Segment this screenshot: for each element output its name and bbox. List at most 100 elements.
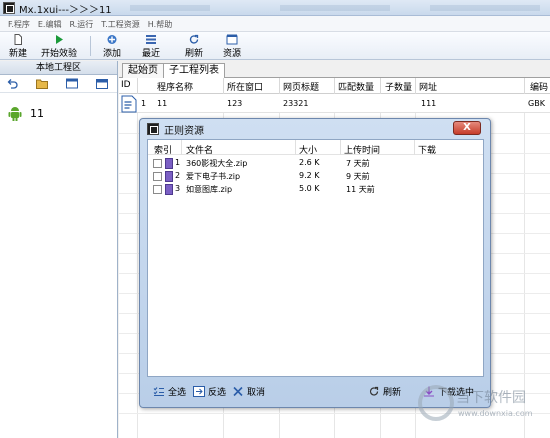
file-size: 9.2 K [299,171,320,180]
toolbar: 新建 开始效验 添加 最近 刷新 资源 [0,32,550,60]
close-button[interactable]: X [453,121,481,135]
cancel-x-icon [233,386,243,397]
resource-box-icon [226,34,238,45]
title-bar: Mx.1xui---＞＞＞11 [0,0,550,16]
col-divider [380,78,381,94]
file-name: 爱下电子书.zip [186,172,241,181]
checklist-icon [153,387,164,396]
grid-header: ID 程序名称 所在窗口 网页标题 匹配数量 子数量 网址 编码 [119,78,550,94]
col-program-name[interactable]: 程序名称 [157,80,193,93]
table-row[interactable]: 1 11 123 23321 111 GBK [119,95,550,113]
file-size: 2.6 K [299,158,320,167]
file-index: 2 [175,171,181,180]
start-verify-button[interactable]: 开始效验 [34,33,84,59]
app-icon [3,2,15,14]
invert-icon [193,386,205,397]
watermark-text: 当下软件园 [456,390,526,406]
row-name: 11 [157,99,168,108]
project-tree-item[interactable]: 11 [8,105,44,121]
file-size: 5.0 K [299,184,320,193]
col-url[interactable]: 网址 [419,80,437,93]
row-page-title: 23321 [283,99,309,108]
refresh-icon [369,386,379,396]
refresh-list-button[interactable]: 刷新 [368,385,401,398]
start-verify-label: 开始效验 [40,49,77,59]
panel-toolbar [0,75,117,93]
refresh-button[interactable]: 刷新 [181,33,207,59]
refresh-button-label: 刷新 [184,49,203,59]
tab-strip: 起始页 子工程列表 [119,61,550,79]
add-button-label: 添加 [102,49,121,59]
col-divider [415,78,416,94]
col-match-count[interactable]: 匹配数量 [338,80,374,93]
resource-file-list: 索引 文件名 大小 上传时间 下载 1 360影视大全.zip 2.6 K 7 … [147,139,484,377]
col-encoding[interactable]: 编码 [530,80,548,93]
new-file-icon [14,34,22,45]
add-button[interactable]: 添加 [99,33,125,59]
col-divider [279,78,280,94]
cancel-label: 取消 [247,388,266,398]
file-checkbox[interactable] [153,159,162,168]
edit-document-icon [121,95,137,113]
col-index[interactable]: 索引 [154,143,172,156]
recent-list-icon [146,35,156,44]
dialog-title: 正则资源 [164,126,204,137]
menu-run[interactable]: R.运行 [65,16,97,31]
android-icon [8,107,22,121]
row-id: 1 [141,99,147,108]
col-file-name[interactable]: 文件名 [186,143,213,156]
window-title: Mx.1xui---＞＞＞11 [19,5,112,16]
file-checkbox[interactable] [153,172,162,181]
menu-program[interactable]: F.程序 [4,16,34,31]
col-divider [414,140,415,155]
file-index: 3 [175,184,181,193]
list-item[interactable]: 3 如意图库.zip 5.0 K 11 天前 [148,183,483,196]
select-all-button[interactable]: 全选 [153,385,186,398]
tab-home[interactable]: 起始页 [122,63,164,78]
menu-bar: F.程序 E.编辑 R.运行 T.工程资源 H.帮助 [0,16,550,32]
col-divider [295,140,296,155]
file-upload-time: 7 天前 [346,159,370,168]
invert-selection-button[interactable]: 反选 [193,385,226,398]
open-folder-icon[interactable] [36,78,48,89]
col-id[interactable]: ID [121,80,131,90]
refresh-list-label: 刷新 [383,388,402,398]
calendar-icon[interactable] [96,78,108,89]
col-divider [524,78,525,94]
col-size[interactable]: 大小 [299,143,317,156]
col-page-title[interactable]: 网页标题 [283,80,319,93]
invert-selection-label: 反选 [208,388,227,398]
play-icon [56,35,63,44]
file-name: 如意图库.zip [186,185,233,194]
tab-subproject-list[interactable]: 子工程列表 [163,63,225,79]
list-item[interactable]: 2 爱下电子书.zip 9.2 K 9 天前 [148,170,483,183]
resource-button[interactable]: 资源 [219,33,245,59]
watermark-url: www.downxia.com [458,409,533,418]
file-index: 1 [175,158,181,167]
col-divider [340,140,341,155]
file-upload-time: 9 天前 [346,172,370,181]
col-divider [137,78,138,94]
list-item[interactable]: 1 360影视大全.zip 2.6 K 7 天前 [148,157,483,170]
col-download[interactable]: 下载 [418,143,436,156]
row-window: 123 [227,99,243,108]
zip-file-icon [165,158,173,169]
menu-project-resources[interactable]: T.工程资源 [97,16,143,31]
new-button[interactable]: 新建 [6,33,30,59]
col-upload-time[interactable]: 上传时间 [344,143,380,156]
resource-button-label: 资源 [222,49,241,59]
cancel-button[interactable]: 取消 [232,385,265,398]
col-window[interactable]: 所在窗口 [227,80,263,93]
col-sub-count[interactable]: 子数量 [385,80,412,93]
file-checkbox[interactable] [153,185,162,194]
menu-edit[interactable]: E.编辑 [34,16,66,31]
zip-file-icon [165,171,173,182]
watermark-logo [418,385,454,421]
undo-icon[interactable] [6,78,18,89]
recent-button[interactable]: 最近 [138,33,164,59]
new-button-label: 新建 [8,49,27,59]
row-encoding: GBK [528,99,545,108]
menu-help[interactable]: H.帮助 [144,16,176,31]
file-name: 360影视大全.zip [186,159,248,168]
window-icon[interactable] [66,78,78,89]
